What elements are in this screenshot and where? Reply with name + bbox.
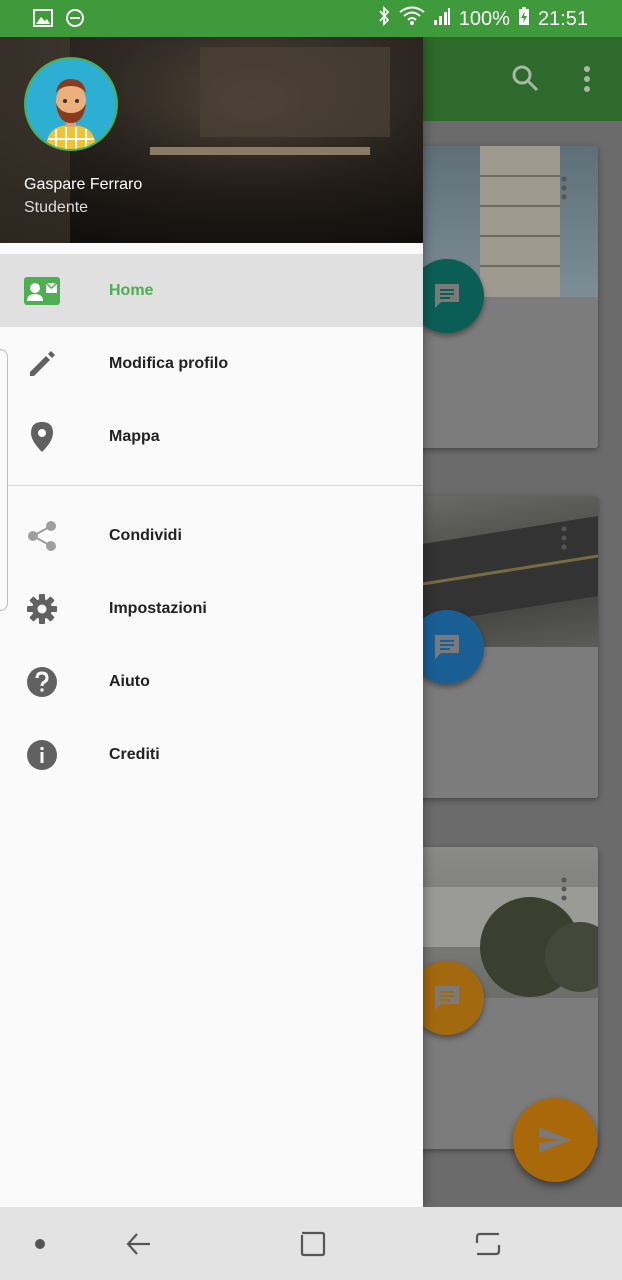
recent-apps-icon[interactable] [473, 1229, 503, 1264]
battery-charging-icon [518, 6, 530, 32]
drawer-header: Gaspare Ferraro Studente [0, 37, 423, 243]
avatar[interactable] [24, 57, 118, 151]
drawer-item-home[interactable]: Home [0, 254, 423, 327]
more-vert-icon[interactable] [560, 526, 568, 555]
home-square-icon[interactable] [298, 1229, 328, 1264]
user-role: Studente [24, 199, 89, 216]
more-vert-icon[interactable] [560, 877, 568, 906]
system-nav-bar [0, 1207, 622, 1280]
drawer-item-label: Modifica profilo [109, 354, 229, 372]
drawer-item-condividi[interactable]: Condividi [0, 499, 423, 572]
send-icon [539, 1127, 571, 1153]
wifi-icon [399, 6, 425, 32]
status-bar: 100% 21:51 [0, 0, 622, 37]
drawer-item-label: Crediti [109, 745, 160, 763]
gear-icon [24, 591, 60, 627]
drawer-item-modifica-profilo[interactable]: Modifica profilo [0, 327, 423, 400]
drawer-item-label: Aiuto [109, 672, 150, 690]
send-fab[interactable] [513, 1098, 597, 1182]
dot-icon[interactable] [35, 1239, 45, 1249]
drawer-item-crediti[interactable]: Crediti [0, 718, 423, 791]
drawer-item-label: Home [109, 281, 154, 299]
drawer-item-label: Condividi [109, 526, 182, 544]
drawer-edge-handle[interactable] [0, 349, 8, 611]
drawer-item-mappa[interactable]: Mappa [0, 400, 423, 473]
drawer-item-aiuto[interactable]: Aiuto [0, 645, 423, 718]
search-icon[interactable] [510, 63, 540, 98]
comment-icon [435, 635, 459, 659]
drawer-item-label: Impostazioni [109, 599, 207, 617]
drawer-item-label: Mappa [109, 427, 160, 445]
contact-card-icon [24, 273, 60, 309]
back-icon[interactable] [123, 1229, 153, 1264]
user-name: Gaspare Ferraro [24, 176, 143, 193]
signal-icon [433, 6, 451, 32]
more-vert-icon[interactable] [560, 176, 568, 205]
comment-icon [435, 284, 459, 308]
clock: 21:51 [537, 7, 588, 30]
battery-percentage: 100% [458, 7, 510, 30]
more-vert-icon[interactable] [580, 65, 594, 98]
info-icon [24, 737, 60, 773]
comment-icon [435, 986, 459, 1010]
navigation-drawer: Gaspare Ferraro Studente Home Modifica p… [0, 37, 423, 1207]
drawer-divider [0, 485, 423, 486]
share-icon [24, 518, 60, 554]
drawer-item-impostazioni[interactable]: Impostazioni [0, 572, 423, 645]
drawer-menu: Home Modifica profilo Mappa Condividi Im… [0, 254, 423, 791]
bluetooth-icon [377, 5, 391, 32]
image-icon [33, 9, 53, 32]
map-pin-icon [24, 419, 60, 455]
help-icon [24, 664, 60, 700]
do-not-disturb-icon [65, 8, 85, 33]
pencil-icon [24, 346, 60, 382]
